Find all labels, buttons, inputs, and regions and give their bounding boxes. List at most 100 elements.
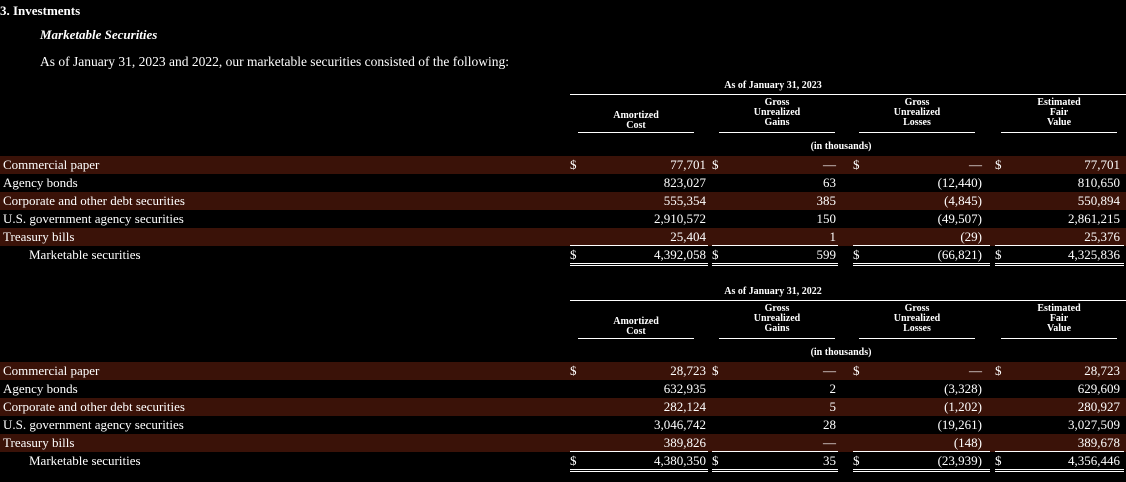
header-estimated-fair-value: Estimated Fair Value: [1019, 304, 1099, 334]
subtotal-rule: [995, 451, 1124, 452]
total-double-rule: [853, 263, 990, 266]
table-row: Treasury bills 389,826 — (148) 389,678: [0, 434, 1126, 452]
gross-losses-cell: (1,202): [944, 399, 982, 414]
table-row: Corporate and other debt securities 555,3…: [0, 192, 1126, 210]
table-as-of-date: As of January 31, 2023: [724, 80, 822, 91]
amortized-cost-cell: 389,826: [663, 435, 706, 450]
amortized-cost-cell: 3,046,742: [654, 417, 706, 432]
column-header-rule: [1001, 132, 1117, 133]
fair-value-cell: 280,927: [1077, 399, 1120, 414]
fair-value-cell: 28,723: [1084, 363, 1120, 378]
table-as-of-date: As of January 31, 2022: [724, 286, 822, 297]
column-header-rule: [719, 132, 835, 133]
currency-symbol: $: [570, 157, 577, 172]
gross-gains-cell: 1: [829, 229, 837, 244]
header-line: Gains: [764, 117, 790, 128]
amortized-cost-cell: 282,124: [663, 399, 706, 414]
gross-losses-cell: —: [969, 363, 982, 378]
gross-gains-cell: 385: [816, 193, 837, 208]
fair-value-cell: 810,650: [1077, 175, 1120, 190]
row-label: Agency bonds: [3, 175, 78, 190]
gross-losses-cell: —: [969, 157, 982, 172]
table-row: U.S. government agency securities 2,910,5…: [0, 210, 1126, 228]
table-row: Treasury bills 25,404 1 (29) 25,376: [0, 228, 1126, 246]
header-line: Gains: [764, 323, 790, 334]
amortized-cost-cell: 555,354: [663, 193, 706, 208]
gross-losses-cell: (66,821): [937, 247, 982, 262]
subtotal-rule: [712, 245, 838, 246]
intro-text: As of January 31, 2023 and 2022, our mar…: [40, 54, 510, 69]
row-label: U.S. government agency securities: [3, 211, 184, 226]
header-gross-unrealized-gains: Gross Unrealized Gains: [737, 304, 817, 334]
securities-table: As of January 31, 2022 Amortized Cost Gross…: [0, 286, 1126, 482]
fair-value-cell: 25,376: [1084, 229, 1120, 244]
amortized-cost-cell: 2,910,572: [654, 211, 706, 226]
gross-gains-cell: 63: [823, 175, 836, 190]
header-gross-unrealized-losses: Gross Unrealized Losses: [877, 98, 957, 128]
subtotal-rule: [853, 451, 990, 452]
subsection-title: Marketable Securities: [40, 27, 158, 42]
currency-symbol: $: [853, 247, 860, 262]
fair-value-cell: 550,894: [1077, 193, 1120, 208]
header-rule: [570, 94, 1126, 95]
row-label: U.S. government agency securities: [3, 417, 184, 432]
gross-losses-cell: (23,939): [937, 453, 982, 468]
subtotal-rule: [853, 245, 990, 246]
currency-symbol: $: [853, 157, 860, 172]
fair-value-cell: 77,701: [1084, 157, 1120, 172]
total-double-rule: [570, 469, 708, 472]
amortized-cost-cell: 28,723: [670, 363, 706, 378]
gross-losses-cell: (3,328): [944, 381, 982, 396]
row-label: Treasury bills: [3, 435, 75, 450]
section-title: 3. Investments: [0, 3, 81, 18]
header-rule: [570, 300, 1126, 301]
column-header-rule: [719, 338, 835, 339]
row-label: Corporate and other debt securities: [3, 193, 185, 208]
fair-value-cell: 4,325,836: [1068, 247, 1120, 262]
fair-value-cell: 389,678: [1077, 435, 1120, 450]
total-double-rule: [995, 469, 1124, 472]
row-label: Corporate and other debt securities: [3, 399, 185, 414]
gross-gains-cell: 599: [816, 247, 837, 262]
total-double-rule: [570, 263, 708, 266]
total-row: Marketable securities $ $ $ $4,380,350 35 (23,…: [0, 452, 1126, 470]
header-estimated-fair-value: Estimated Fair Value: [1019, 98, 1099, 128]
gross-gains-cell: —: [823, 435, 836, 450]
gross-gains-cell: 35: [823, 453, 836, 468]
header-line: Cost: [626, 120, 646, 131]
gross-gains-cell: 2: [829, 381, 837, 396]
gross-gains-cell: 28: [823, 417, 836, 432]
total-double-rule: [853, 469, 990, 472]
header-line: Losses: [903, 323, 931, 334]
fair-value-cell: 629,609: [1077, 381, 1120, 396]
fair-value-cell: 2,861,215: [1068, 211, 1120, 226]
gross-gains-cell: 150: [816, 211, 837, 226]
gross-losses-cell: (4,845): [944, 193, 982, 208]
subtotal-rule: [995, 245, 1124, 246]
gross-losses-cell: (19,261): [937, 417, 982, 432]
header-line: Value: [1046, 323, 1072, 334]
header-gross-unrealized-gains: Gross Unrealized Gains: [737, 98, 817, 128]
gross-gains-cell: —: [823, 363, 836, 378]
gross-gains-cell: —: [823, 157, 836, 172]
amortized-cost-cell: 823,027: [663, 175, 706, 190]
securities-table: As of January 31, 2023 Amortized Cost Gross…: [0, 80, 1126, 276]
header-gross-unrealized-losses: Gross Unrealized Losses: [877, 304, 957, 334]
row-label: Agency bonds: [3, 381, 78, 396]
units-label: (in thousands): [810, 347, 872, 358]
row-label: Marketable securities: [29, 247, 141, 262]
currency-symbol: $: [853, 453, 860, 468]
total-double-rule: [712, 469, 838, 472]
table-row: Agency bonds 632,935 2 (3,328) 629,609: [0, 380, 1126, 398]
units-label: (in thousands): [810, 141, 872, 152]
column-header-rule: [859, 132, 975, 133]
header-line: Losses: [903, 117, 931, 128]
total-row: Marketable securities $ $ $ $4,392,058 599 (66…: [0, 246, 1126, 264]
column-header-rule: [578, 132, 694, 133]
gross-losses-cell: (148): [953, 435, 982, 450]
amortized-cost-cell: 77,701: [670, 157, 706, 172]
header-amortized-cost: Amortized Cost: [596, 317, 676, 337]
currency-symbol: $: [570, 363, 577, 378]
header-line: Value: [1046, 117, 1072, 128]
total-double-rule: [995, 263, 1124, 266]
